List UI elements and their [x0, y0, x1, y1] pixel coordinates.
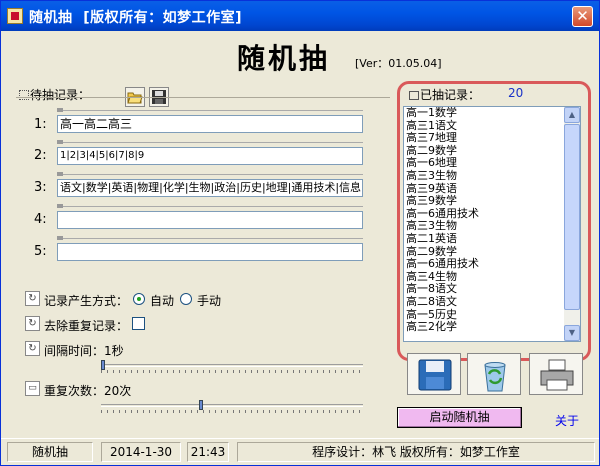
- repeat-slider[interactable]: [101, 399, 363, 413]
- list-items: 高一1数学 高三1语文 高三7地理 高二9数学 高一6地理 高三3生物 高三9英语 高三9数学…: [404, 107, 580, 334]
- slider-thumb[interactable]: [199, 400, 203, 410]
- record-input-2[interactable]: 1|2|3|4|5|6|7|8|9: [57, 147, 363, 165]
- list-item[interactable]: 高一1数学: [404, 107, 580, 120]
- interval-label: 间隔时间：1秒: [44, 344, 124, 358]
- title-bar[interactable]: 随机抽 [版权所有：如梦工作室] ✕: [1, 1, 599, 31]
- floppy-disk-icon: [418, 359, 452, 391]
- slider-thumb[interactable]: [101, 360, 105, 370]
- print-button[interactable]: [529, 353, 583, 395]
- refresh-icon: ↻: [25, 316, 40, 331]
- list-item[interactable]: 高一6通用技术: [404, 258, 580, 271]
- status-credits: 程序设计：林飞 版权所有：如梦工作室: [237, 442, 595, 462]
- section-divider: [16, 97, 390, 98]
- list-item[interactable]: 高三9数学: [404, 195, 580, 208]
- app-icon: [7, 8, 23, 24]
- record-row-number: 1:: [34, 117, 47, 132]
- record-row-number: 4:: [34, 212, 47, 227]
- drawn-records-label: 已抽记录：: [409, 86, 480, 103]
- drawn-records-list[interactable]: 高一1数学 高三1语文 高三7地理 高二9数学 高一6地理 高三3生物 高三9英语 高三9数学…: [403, 106, 581, 342]
- records-icon: [19, 90, 29, 100]
- record-row-number: 3:: [34, 180, 47, 195]
- save-records-button[interactable]: [407, 353, 461, 395]
- page-title: 随机抽: [237, 42, 331, 75]
- interval-slider[interactable]: [101, 359, 363, 373]
- scroll-up-icon[interactable]: ▲: [564, 107, 580, 123]
- about-link[interactable]: 关于: [555, 412, 579, 429]
- list-item[interactable]: 高三7地理: [404, 132, 580, 145]
- monitor-icon: ▭: [25, 381, 40, 396]
- record-input-5[interactable]: [57, 243, 363, 261]
- list-item[interactable]: 高三2化学: [404, 320, 580, 334]
- repeat-label: 重复次数：20次: [44, 384, 132, 398]
- record-row-number: 2:: [34, 148, 47, 163]
- status-time: 21:43: [187, 442, 229, 462]
- status-date: 2014-1-30: [101, 442, 181, 462]
- record-input-4[interactable]: [57, 211, 363, 229]
- app-window: 随机抽 [版权所有：如梦工作室] ✕ 随机抽 [Ver：01.05.04] 待抽…: [0, 0, 600, 466]
- record-input-3[interactable]: 语文|数学|英语|物理|化学|生物|政治|历史|地理|通用技术|信息: [57, 179, 363, 197]
- mode-manual-radio[interactable]: [180, 293, 192, 305]
- record-input-1[interactable]: 高一高二高三: [57, 115, 363, 133]
- version-label: [Ver：01.05.04]: [355, 57, 442, 70]
- scroll-thumb[interactable]: [564, 124, 580, 310]
- slider-ticks: [101, 370, 363, 373]
- recycle-bin-icon: [484, 362, 506, 392]
- slider-track: [101, 364, 363, 367]
- status-bar: 随机抽 2014-1-30 21:43 程序设计：林飞 版权所有：如梦工作室: [1, 438, 599, 465]
- list-item[interactable]: 高三3生物: [404, 169, 580, 183]
- pending-records-label: 待抽记录：: [19, 86, 90, 103]
- recycle-button[interactable]: [467, 353, 521, 395]
- mode-auto-radio[interactable]: [133, 293, 145, 305]
- dedupe-checkbox[interactable]: [132, 317, 145, 330]
- close-button[interactable]: ✕: [572, 6, 593, 27]
- list-item[interactable]: 高二8语文: [404, 295, 580, 309]
- window-title: 随机抽 [版权所有：如梦工作室]: [29, 10, 243, 26]
- slider-ticks: [101, 410, 363, 413]
- list-item[interactable]: 高二1英语: [404, 232, 580, 246]
- refresh-icon: ↻: [25, 291, 40, 306]
- row-handle[interactable]: [57, 140, 363, 146]
- row-handle[interactable]: [57, 236, 363, 242]
- refresh-icon: ↻: [25, 341, 40, 356]
- slider-track: [101, 404, 363, 407]
- row-handle[interactable]: [57, 172, 363, 178]
- drawn-count: 20: [508, 86, 524, 100]
- list-icon: [409, 91, 419, 100]
- row-handle[interactable]: [57, 108, 363, 114]
- mode-auto-label: 自动: [150, 294, 175, 308]
- dedupe-label: 去除重复记录：: [44, 319, 129, 333]
- record-row-number: 5:: [34, 244, 47, 259]
- mode-manual-label: 手动: [197, 294, 222, 308]
- status-app-name: 随机抽: [7, 442, 93, 462]
- start-draw-button[interactable]: 启动随机抽: [397, 407, 522, 428]
- mode-label: 记录产生方式：: [44, 294, 129, 308]
- printer-icon: [540, 359, 574, 391]
- scroll-down-icon[interactable]: ▼: [564, 325, 580, 341]
- list-scrollbar[interactable]: ▲ ▼: [564, 107, 580, 341]
- row-handle[interactable]: [57, 204, 363, 210]
